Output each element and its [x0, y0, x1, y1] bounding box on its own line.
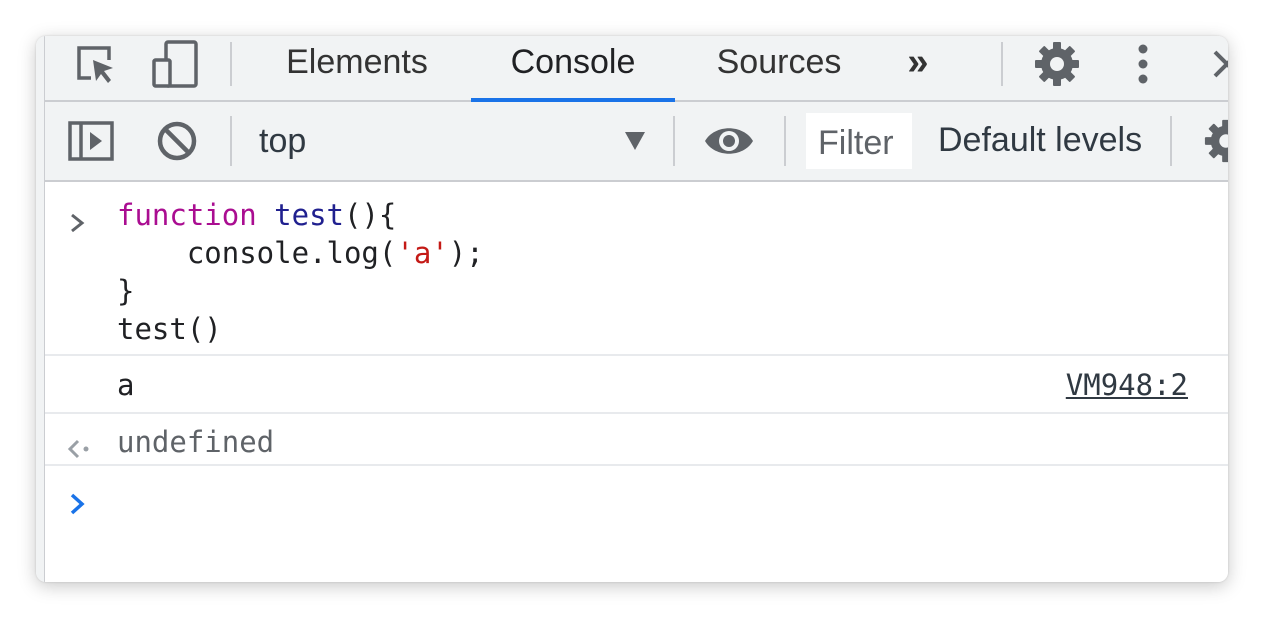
console-prompt[interactable]: [45, 466, 1228, 582]
console-settings-icon[interactable]: [1203, 118, 1228, 164]
filter-placeholder: Filter: [818, 124, 894, 162]
log-levels-dropdown[interactable]: Default levels: [938, 102, 1170, 178]
tab-console[interactable]: Console: [471, 36, 675, 102]
toolbar-separator-1: [230, 116, 232, 166]
tab-bar: Elements Console Sources »: [45, 36, 1228, 102]
tab-sources[interactable]: Sources: [705, 36, 853, 100]
result-arrow-icon: [67, 432, 93, 466]
close-icon[interactable]: [1209, 46, 1228, 82]
tab-console-label: Console: [510, 43, 636, 81]
devtools-window: Elements Console Sources » top Filter De…: [36, 36, 1228, 582]
log-levels-label: Default levels: [938, 121, 1143, 159]
log-text: a: [117, 368, 135, 402]
clear-console-icon[interactable]: [155, 119, 199, 163]
code-line-1: function test(){: [117, 196, 396, 234]
more-tabs-button[interactable]: »: [893, 36, 943, 100]
code-string: 'a': [396, 236, 449, 270]
code-call: console.log(: [117, 236, 397, 270]
console-result: undefined: [45, 414, 1228, 466]
console-log-message: a VM948:2: [45, 356, 1228, 414]
live-expression-eye-icon[interactable]: [703, 122, 755, 160]
code-keyword: function: [117, 198, 257, 232]
tab-separator-2: [1001, 42, 1003, 86]
source-link[interactable]: VM948:2: [1066, 356, 1188, 414]
settings-icon[interactable]: [1033, 40, 1081, 88]
console-panel[interactable]: function test(){ console.log('a'); } tes…: [45, 182, 1228, 582]
code-call-end: );: [448, 236, 484, 270]
prompt-chevron-icon: [69, 488, 85, 522]
tab-sources-label: Sources: [716, 43, 842, 81]
console-toolbar: top Filter Default levels: [45, 102, 1228, 182]
tab-elements-label: Elements: [286, 43, 428, 81]
code-line-4: test(): [117, 312, 222, 346]
sidebar-toggle-icon[interactable]: [67, 117, 115, 165]
input-chevron-icon: [69, 206, 85, 240]
code-line-3: }: [117, 274, 135, 308]
filter-input[interactable]: Filter: [806, 113, 912, 169]
code-function-name: test: [274, 198, 344, 232]
tab-elements[interactable]: Elements: [277, 36, 437, 100]
dropdown-arrow-icon: [624, 131, 646, 156]
toolbar-separator-2: [673, 116, 675, 166]
inspect-element-icon[interactable]: [71, 40, 119, 88]
window-left-edge: [36, 36, 45, 582]
code-line-2: console.log('a');: [117, 234, 484, 272]
tab-separator: [230, 42, 232, 86]
toolbar-separator-4: [1170, 116, 1172, 166]
more-tabs-icon: »: [907, 41, 929, 83]
context-selector[interactable]: top: [241, 102, 661, 180]
device-toolbar-icon[interactable]: [149, 38, 201, 90]
context-selector-value: top: [259, 122, 307, 160]
result-text: undefined: [117, 425, 275, 459]
console-input-entry: function test(){ console.log('a'); } tes…: [45, 182, 1228, 356]
more-options-icon[interactable]: [1129, 40, 1157, 88]
toolbar-separator-3: [784, 116, 786, 166]
code-punctuation: (){: [344, 198, 397, 232]
